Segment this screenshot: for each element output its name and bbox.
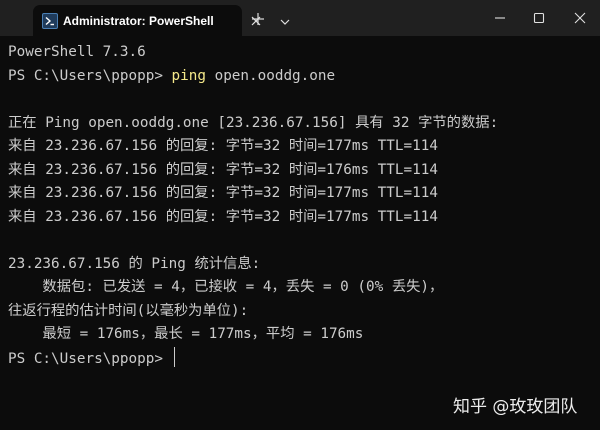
minimize-icon[interactable] [490, 8, 510, 28]
reply-line: 来自 23.236.67.156 的回复: 字节=32 时间=177ms TTL… [8, 138, 438, 154]
new-tab-plus-icon[interactable] [251, 12, 265, 26]
watermark: 知乎 @玫玫团队 [453, 397, 578, 417]
tab-title: Administrator: PowerShell [63, 14, 214, 28]
ping-header: 正在 Ping open.ooddg.one [23.236.67.156] 具… [8, 114, 499, 131]
prompt-argument: open.ooddg.one [205, 67, 336, 84]
title-bar[interactable]: Administrator: PowerShell [0, 0, 600, 36]
powershell-icon [42, 13, 58, 29]
rtt-header: 往返行程的估计时间(以毫秒为单位): [8, 302, 249, 319]
terminal-output[interactable]: PowerShell 7.3.6 PS C:\Users\ppopp> ping… [0, 36, 600, 430]
command-line: PS C:\Users\ppopp> ping open.ooddg.one [8, 65, 600, 89]
terminal-window: Administrator: PowerShell PowerShell 7.3… [0, 0, 600, 430]
version-line: PowerShell 7.3.6 [8, 44, 146, 60]
prompt-path: PS C:\Users\ppopp> [8, 67, 172, 84]
prompt-command: ping [171, 67, 206, 84]
text-cursor [173, 346, 176, 367]
tab-powershell[interactable]: Administrator: PowerShell [33, 5, 261, 36]
current-prompt-line[interactable]: PS C:\Users\ppopp> [8, 346, 600, 371]
stats-header: 23.236.67.156 的 Ping 统计信息: [8, 255, 261, 272]
packets-line: 数据包: 已发送 = 4，已接收 = 4，丢失 = 0 (0% 丢失)， [8, 279, 444, 295]
reply-line: 来自 23.236.67.156 的回复: 字节=32 时间=177ms TTL… [8, 208, 438, 225]
chevron-down-icon[interactable] [279, 14, 291, 25]
maximize-icon[interactable] [529, 8, 549, 28]
rtt-line: 最短 = 176ms，最长 = 177ms，平均 = 176ms [8, 326, 364, 342]
reply-line: 来自 23.236.67.156 的回复: 字节=32 时间=177ms TTL… [8, 185, 438, 201]
reply-line: 来自 23.236.67.156 的回复: 字节=32 时间=176ms TTL… [8, 161, 438, 178]
close-icon[interactable] [570, 8, 590, 28]
prompt-path: PS C:\Users\ppopp> [8, 350, 172, 367]
